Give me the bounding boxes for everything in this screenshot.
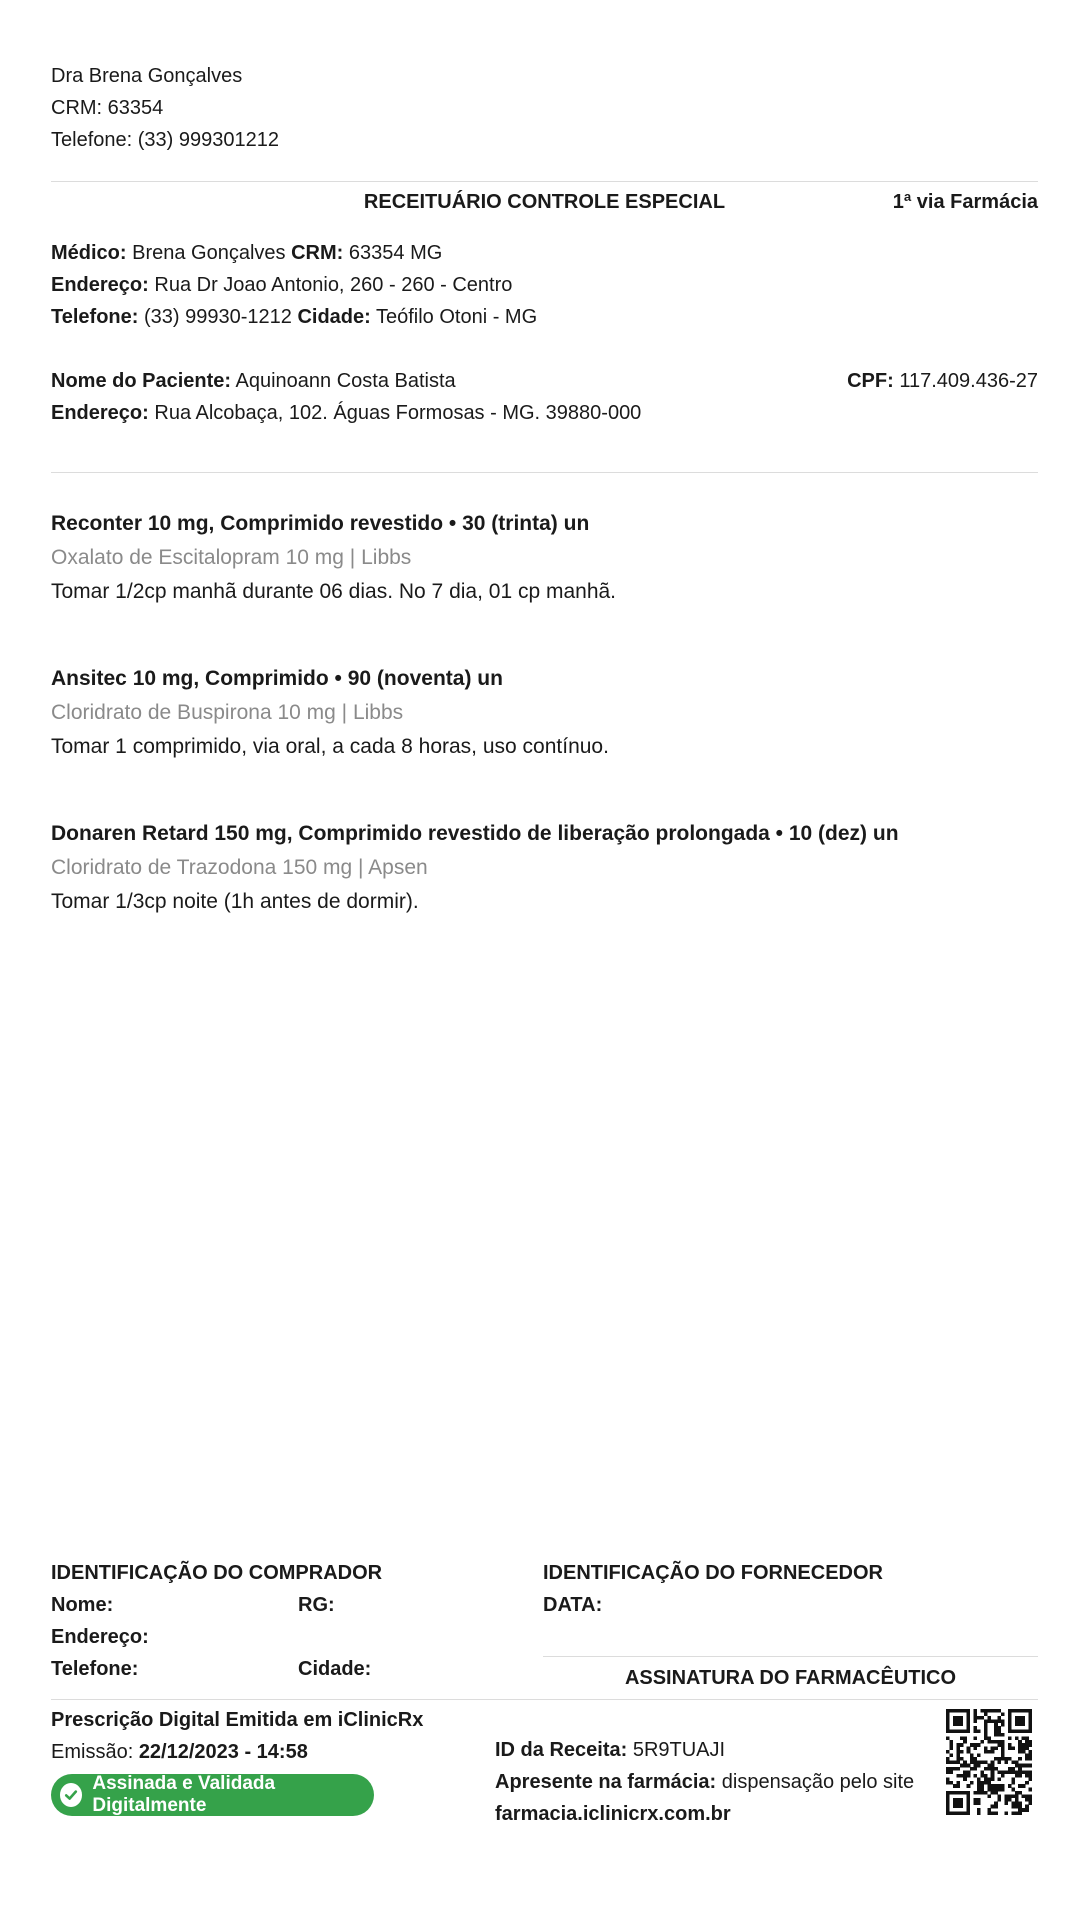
medico-address-label: Endereço: [51, 274, 149, 296]
footer-issued: Prescrição Digital Emitida em iClinicRx … [51, 1704, 423, 1768]
prescription-id-line: ID da Receita: 5R9TUAJI [495, 1734, 914, 1766]
medication-name: Ansitec 10 mg, Comprimido • 90 (noventa)… [51, 667, 503, 690]
present-text: dispensação pelo site [721, 1771, 915, 1793]
patient-cpf: CPF: 117.409.436-27 [847, 365, 1038, 397]
pharmacy-site-link[interactable]: farmacia.iclinicrx.com.br [495, 1798, 914, 1830]
supplier-identification: IDENTIFICAÇÃO DO FORNECEDOR DATA: [543, 1557, 1038, 1621]
present-label: Apresente na farmácia: [495, 1771, 717, 1793]
medication-generic: Oxalato de Escitalopram 10 mg | Libbs [51, 546, 412, 569]
medico-city: Teófilo Otoni - MG [375, 306, 538, 328]
medico-crm-label: CRM: [291, 242, 344, 264]
doctor-details-line-1: Médico: Brena Gonçalves CRM: 63354 MG [51, 237, 537, 269]
present-line: Apresente na farmácia: dispensação pelo … [495, 1766, 914, 1798]
doctor-details-line-2: Endereço: Rua Dr Joao Antonio, 260 - 260… [51, 269, 537, 301]
cpf-value: 117.409.436-27 [899, 370, 1038, 392]
medication-item: Reconter 10 mg, Comprimido revestido • 3… [51, 507, 616, 609]
medication-generic: Cloridrato de Trazodona 150 mg | Apsen [51, 856, 428, 879]
emission-line: Emissão: 22/12/2023 - 14:58 [51, 1736, 423, 1768]
buyer-title: IDENTIFICAÇÃO DO COMPRADOR [51, 1562, 383, 1584]
medication-instructions: Tomar 1/2cp manhã durante 06 dias. No 7 … [51, 580, 617, 603]
doctor-details: Médico: Brena Gonçalves CRM: 63354 MG En… [51, 237, 537, 333]
badge-text: Assinada e Validada Digitalmente [92, 1773, 276, 1816]
doctor-phone: Telefone: (33) 999301212 [51, 129, 279, 151]
medication-item: Ansitec 10 mg, Comprimido • 90 (noventa)… [51, 662, 609, 764]
supplier-title: IDENTIFICAÇÃO DO FORNECEDOR [543, 1562, 883, 1584]
doctor-name: Dra Brena Gonçalves [51, 65, 243, 87]
prescription-via: 1ª via Farmácia [892, 191, 1038, 213]
doctor-crm: CRM: 63354 [51, 97, 164, 119]
patient-address-line: Endereço: Rua Alcobaça, 102. Águas Formo… [51, 397, 641, 429]
emission-label: Emissão: [51, 1741, 134, 1763]
medication-name: Donaren Retard 150 mg, Comprimido revest… [51, 822, 899, 845]
patient-name-label: Nome do Paciente: [51, 370, 232, 392]
footer-prescription-id: ID da Receita: 5R9TUAJI Apresente na far… [495, 1734, 914, 1830]
divider [51, 472, 1038, 473]
buyer-phone-label: Telefone: [51, 1658, 139, 1680]
medication-instructions: Tomar 1/3cp noite (1h antes de dormir). [51, 890, 419, 913]
medico-crm: 63354 MG [348, 242, 443, 264]
patient-name-line: Nome do Paciente: Aquinoann Costa Batist… [51, 365, 641, 397]
qr-code-icon [946, 1709, 1033, 1816]
medico-phone-label: Telefone: [51, 306, 139, 328]
divider [51, 1699, 1038, 1700]
supplier-date-label: DATA: [543, 1594, 603, 1616]
medico-phone: (33) 99930-1212 [143, 306, 292, 328]
patient-address-label: Endereço: [51, 402, 149, 424]
issued-title: Prescrição Digital Emitida em iClinicRx [51, 1709, 424, 1731]
doctor-header: Dra Brena Gonçalves CRM: 63354 Telefone:… [51, 60, 279, 156]
medication-instructions: Tomar 1 comprimido, via oral, a cada 8 h… [51, 735, 609, 758]
medication-generic: Cloridrato de Buspirona 10 mg | Libbs [51, 701, 404, 724]
signature-line [543, 1656, 1038, 1657]
buyer-name-label: Nome: [51, 1594, 114, 1616]
medico-address: Rua Dr Joao Antonio, 260 - 260 - Centro [154, 274, 513, 296]
cpf-label: CPF: [847, 370, 894, 392]
emission-value: 22/12/2023 - 14:58 [138, 1741, 308, 1763]
medico-name: Brena Gonçalves [132, 242, 286, 264]
signed-badge: Assinada e Validada Digitalmente [51, 1773, 374, 1816]
check-circle-icon [60, 1783, 83, 1807]
buyer-rg-label: RG: [298, 1594, 335, 1616]
medico-city-label: Cidade: [297, 306, 371, 328]
divider [51, 181, 1038, 182]
medico-label: Médico: [51, 242, 127, 264]
prescription-title: RECEITUÁRIO CONTROLE ESPECIAL [363, 191, 726, 213]
buyer-identification: IDENTIFICAÇÃO DO COMPRADOR Nome: RG: End… [51, 1557, 521, 1685]
medication-item: Donaren Retard 150 mg, Comprimido revest… [51, 817, 899, 919]
prescription-id-value: 5R9TUAJI [632, 1739, 726, 1761]
prescription-id-label: ID da Receita: [495, 1739, 628, 1761]
doctor-details-line-3: Telefone: (33) 99930-1212 Cidade: Teófil… [51, 301, 537, 333]
pharmacist-signature-label: ASSINATURA DO FARMACÊUTICO [624, 1667, 957, 1689]
patient-name: Aquinoann Costa Batista [235, 370, 456, 392]
buyer-city-label: Cidade: [298, 1658, 372, 1680]
buyer-address-label: Endereço: [51, 1626, 149, 1648]
medication-name: Reconter 10 mg, Comprimido revestido • 3… [51, 512, 590, 535]
patient-address: Rua Alcobaça, 102. Águas Formosas - MG. … [154, 402, 642, 424]
patient-details: Nome do Paciente: Aquinoann Costa Batist… [51, 365, 641, 429]
